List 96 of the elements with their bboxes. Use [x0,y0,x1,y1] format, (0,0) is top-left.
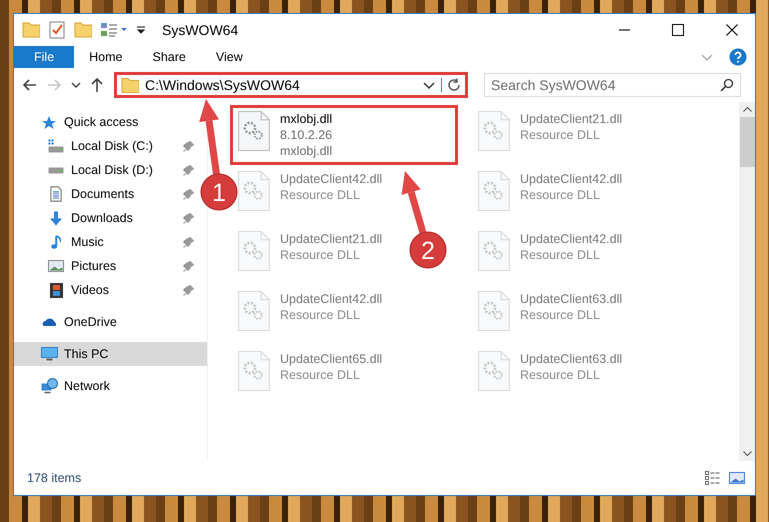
file-name: mxlobj.dll [280,111,332,127]
file-detail: Resource DLL [520,187,601,203]
file-detail: Resource DLL [280,247,361,263]
maximize-icon [672,24,684,36]
drive-icon [48,139,64,153]
cloud-icon [42,318,56,326]
file-name: UpdateClient65.dll [280,351,382,367]
sidebar-item[interactable]: Pictures [14,254,198,278]
file-detail: 8.10.2.26 [280,127,332,143]
close-icon [726,24,738,36]
sidebar-item[interactable]: Quick access [14,110,142,134]
ribbon-tab[interactable]: Home [74,46,138,68]
monitor-icon [40,347,58,361]
file-item[interactable]: UpdateClient65.dll Resource DLL [233,348,388,402]
ribbon-tab[interactable]: View [200,46,258,68]
sidebar-item[interactable]: OneDrive [14,310,121,334]
chevron-icon [71,82,81,88]
search-icon[interactable] [720,78,734,92]
large-icons-view-icon[interactable] [729,471,745,485]
drive-icon [48,166,64,174]
dll-file-icon [238,111,270,151]
landscape-picture-icon [48,260,64,272]
item-count: 178 items [27,470,82,487]
file-name: UpdateClient21.dll [520,111,622,127]
step-marker: 1 [200,174,238,210]
scrollbar[interactable] [739,102,755,461]
sidebar-item[interactable]: Videos [14,278,198,302]
file-detail: Resource DLL [280,307,361,323]
music-note-icon [51,235,61,249]
folder-icon [121,78,139,92]
sidebar-item[interactable]: Local Disk (C:) [14,134,198,158]
details-view-icon[interactable] [705,471,721,485]
dll-file-icon [478,351,510,391]
dll-file-icon [478,291,510,331]
back-arrow-icon [23,79,37,91]
file-item[interactable]: UpdateClient63.dll Resource DLL [473,348,628,402]
star-icon [41,114,57,130]
file-name: UpdateClient42.dll [280,291,382,307]
checklist-icon[interactable] [48,20,66,40]
ribbon-tab[interactable]: Share [138,46,201,68]
dll-file-icon [238,291,270,331]
file-name: UpdateClient63.dll [520,351,622,367]
file-name: UpdateClient42.dll [280,171,382,187]
dll-file-icon [478,111,510,151]
dll-file-icon [238,171,270,211]
file-menu-tab[interactable]: File [14,46,74,68]
sidebar-item[interactable]: Documents [14,182,198,206]
network-icon [40,378,58,394]
sidebar-item[interactable]: Network [14,374,114,398]
file-item[interactable]: UpdateClient42.dll Resource DLL [233,288,388,342]
sidebar-item[interactable]: Local Disk (D:) [14,158,198,182]
scroll-down-icon[interactable] [742,451,752,456]
step-marker: 2 [410,232,446,268]
file-item[interactable]: UpdateClient21.dll Resource DLL [473,108,628,162]
file-detail: Resource DLL [280,367,361,383]
scroll-up-icon[interactable] [742,107,752,112]
file-item[interactable]: UpdateClient42.dll Resource DLL [473,228,628,282]
dropdown-icon[interactable] [423,82,435,88]
file-item[interactable]: mxlobj.dll 8.10.2.26 mxlobj.dll [233,108,455,162]
file-item[interactable]: UpdateClient21.dll Resource DLL [233,228,388,282]
address-path[interactable]: C:\Windows\SysWOW64 [145,74,417,96]
file-detail: mxlobj.dll [280,143,332,159]
search-bar[interactable]: Search SysWOW64 [484,73,741,97]
scrollbar-thumb[interactable] [740,117,754,167]
dll-file-icon [478,231,510,271]
chevron-icon[interactable] [701,54,713,60]
file-name: UpdateClient63.dll [520,291,622,307]
help-icon[interactable] [729,48,747,66]
file-name: UpdateClient21.dll [280,231,382,247]
download-arrow-icon [49,210,63,226]
file-item[interactable]: UpdateClient63.dll Resource DLL [473,288,628,342]
address-bar[interactable]: C:\Windows\SysWOW64 [114,72,468,98]
refresh-icon[interactable] [447,78,461,92]
caret-icon[interactable] [136,26,146,34]
file-detail: Resource DLL [520,127,601,143]
file-detail: Resource DLL [520,307,601,323]
minimize-icon [618,29,630,31]
file-detail: Resource DLL [280,187,361,203]
annotation-arrow [402,171,426,234]
file-detail: Resource DLL [520,247,601,263]
file-detail: Resource DLL [520,367,601,383]
document-icon [50,186,62,202]
dll-file-icon [478,171,510,211]
sidebar-item[interactable]: Music [14,230,198,254]
forward-arrow-icon [47,79,61,91]
film-strip-icon [50,282,62,298]
sidebar-item[interactable]: Downloads [14,206,198,230]
sidebar-item[interactable]: This PC [14,342,207,366]
window-title: SysWOW64 [162,20,238,40]
dll-file-icon [238,351,270,391]
search-input[interactable]: Search SysWOW64 [491,74,720,96]
file-item[interactable]: UpdateClient42.dll Resource DLL [473,168,628,222]
file-name: UpdateClient42.dll [520,171,622,187]
file-name: UpdateClient42.dll [520,231,622,247]
up-arrow-icon [91,78,103,92]
dll-file-icon [238,231,270,271]
